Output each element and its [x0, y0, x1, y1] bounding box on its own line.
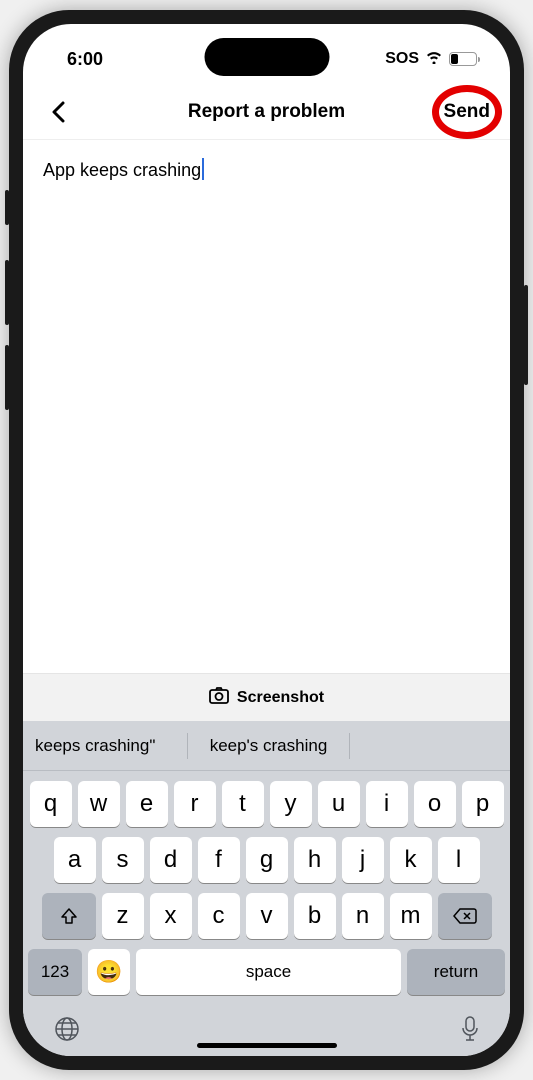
key-y[interactable]: y — [270, 781, 312, 827]
key-e[interactable]: e — [126, 781, 168, 827]
emoji-key[interactable]: 😀 — [88, 949, 130, 995]
key-u[interactable]: u — [318, 781, 360, 827]
phone-frame: 6:00 SOS 27 Report a problem — [9, 10, 524, 1070]
key-t[interactable]: t — [222, 781, 264, 827]
key-v[interactable]: v — [246, 893, 288, 939]
key-w[interactable]: w — [78, 781, 120, 827]
key-f[interactable]: f — [198, 837, 240, 883]
wifi-icon — [425, 50, 443, 69]
key-o[interactable]: o — [414, 781, 456, 827]
key-z[interactable]: z — [102, 893, 144, 939]
suggestion-1[interactable]: keeps crashing" — [23, 736, 187, 756]
home-indicator[interactable] — [197, 1043, 337, 1048]
report-text-area[interactable]: App keeps crashing — [23, 140, 510, 673]
key-c[interactable]: c — [198, 893, 240, 939]
backspace-key[interactable] — [438, 893, 492, 939]
return-key[interactable]: return — [407, 949, 505, 995]
dynamic-island — [204, 38, 329, 76]
key-k[interactable]: k — [390, 837, 432, 883]
numbers-key[interactable]: 123 — [28, 949, 82, 995]
key-d[interactable]: d — [150, 837, 192, 883]
screenshot-button[interactable]: Screenshot — [23, 673, 510, 721]
keyboard: keeps crashing" keep's crashing q w e r … — [23, 721, 510, 1056]
camera-icon — [209, 686, 229, 709]
globe-icon[interactable] — [53, 1015, 81, 1048]
key-r[interactable]: r — [174, 781, 216, 827]
key-l[interactable]: l — [438, 837, 480, 883]
send-button[interactable]: Send — [444, 101, 490, 123]
key-j[interactable]: j — [342, 837, 384, 883]
key-n[interactable]: n — [342, 893, 384, 939]
battery-icon: 27 — [449, 52, 480, 66]
key-h[interactable]: h — [294, 837, 336, 883]
key-row-1: q w e r t y u i o p — [23, 771, 510, 827]
mic-icon[interactable] — [460, 1015, 480, 1048]
page-title: Report a problem — [188, 101, 345, 123]
key-row-4: 123 😀 space return — [23, 939, 510, 995]
report-text: App keeps crashing — [43, 160, 201, 181]
phone-screen: 6:00 SOS 27 Report a problem — [23, 24, 510, 1056]
back-button[interactable] — [43, 97, 73, 127]
text-cursor — [202, 158, 204, 180]
key-m[interactable]: m — [390, 893, 432, 939]
key-row-2: a s d f g h j k l — [23, 827, 510, 883]
status-time: 6:00 — [67, 49, 103, 70]
key-i[interactable]: i — [366, 781, 408, 827]
key-a[interactable]: a — [54, 837, 96, 883]
screenshot-label: Screenshot — [237, 689, 324, 707]
navigation-bar: Report a problem Send — [23, 84, 510, 140]
key-x[interactable]: x — [150, 893, 192, 939]
key-g[interactable]: g — [246, 837, 288, 883]
key-row-3: z x c v b n m — [23, 883, 510, 939]
sos-indicator: SOS — [385, 50, 419, 68]
key-b[interactable]: b — [294, 893, 336, 939]
suggestion-bar: keeps crashing" keep's crashing — [23, 721, 510, 771]
keyboard-bottom-row — [23, 995, 510, 1048]
key-q[interactable]: q — [30, 781, 72, 827]
space-key[interactable]: space — [136, 949, 401, 995]
shift-key[interactable] — [42, 893, 96, 939]
suggestion-2[interactable]: keep's crashing — [188, 736, 348, 756]
key-s[interactable]: s — [102, 837, 144, 883]
key-p[interactable]: p — [462, 781, 504, 827]
